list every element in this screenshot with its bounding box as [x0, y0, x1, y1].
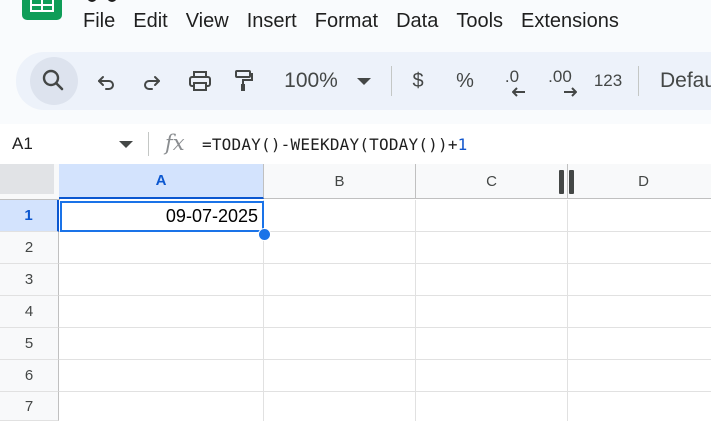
search-menus-button[interactable] — [30, 57, 78, 105]
paint-format-icon — [235, 70, 253, 91]
toolbar-divider — [391, 66, 392, 96]
decrease-decimal-label: .0 — [504, 67, 520, 86]
formula-text: =TODAY()-WEEKDAY(TODAY())+ — [202, 135, 458, 154]
fill-handle[interactable] — [258, 228, 271, 241]
menu-format[interactable]: Format — [306, 8, 387, 34]
menu-data[interactable]: Data — [387, 8, 447, 34]
format-percent-button[interactable]: % — [452, 65, 478, 97]
menu-insert[interactable]: Insert — [238, 8, 306, 34]
column-header-c[interactable]: C — [416, 164, 568, 199]
font-family-select[interactable]: Defau — [660, 65, 711, 97]
column-resize-handle[interactable] — [559, 170, 577, 194]
logo-grid — [30, 0, 54, 12]
row-header-4[interactable]: 4 — [0, 296, 59, 328]
row-header-3[interactable]: 3 — [0, 264, 59, 296]
menu-tools[interactable]: Tools — [447, 8, 512, 34]
undo-icon — [98, 76, 114, 90]
chevron-down-icon — [357, 77, 371, 85]
formula-input[interactable]: =TODAY()-WEEKDAY(TODAY())+1 — [202, 135, 468, 154]
row-header-5[interactable]: 5 — [0, 328, 59, 360]
gridline — [567, 200, 568, 421]
gridline — [415, 200, 416, 421]
increase-decimal-button[interactable]: .00 — [543, 65, 577, 97]
zoom-dropdown-button[interactable] — [354, 65, 374, 97]
menu-file[interactable]: File — [83, 8, 124, 34]
column-header-a[interactable]: A — [59, 164, 264, 199]
name-box[interactable]: A1 — [12, 134, 33, 154]
gridline — [59, 295, 711, 296]
gridline — [59, 391, 711, 392]
row-header-1[interactable]: 1 — [0, 200, 59, 232]
menu-bar: File Edit View Insert Format Data Tools … — [83, 8, 628, 34]
paint-format-button[interactable] — [228, 65, 260, 97]
menu-edit[interactable]: Edit — [124, 8, 176, 34]
formula-bar-divider — [148, 132, 149, 156]
corner-shade — [0, 164, 54, 194]
arrow-right-icon — [564, 87, 577, 97]
row-header-2[interactable]: 2 — [0, 232, 59, 264]
redo-button[interactable] — [136, 65, 168, 97]
menu-extensions[interactable]: Extensions — [512, 8, 628, 34]
undo-button[interactable] — [90, 65, 122, 97]
row-header-6[interactable]: 6 — [0, 360, 59, 392]
gridline — [59, 327, 711, 328]
toolbar: 100% $ % .0 .00 123 Defau — [16, 52, 711, 110]
increase-decimal-label: .00 — [548, 67, 572, 86]
formula-number: 1 — [457, 135, 468, 154]
select-all-corner[interactable] — [0, 164, 60, 200]
toolbar-divider — [638, 66, 639, 96]
sheets-logo-icon[interactable] — [22, 0, 62, 20]
redo-icon — [144, 76, 160, 90]
formula-bar: A1 fx =TODAY()-WEEKDAY(TODAY())+1 — [0, 124, 711, 164]
arrow-left-icon — [512, 87, 525, 97]
column-header-b[interactable]: B — [264, 164, 416, 199]
function-icon: fx — [165, 131, 185, 155]
chevron-down-icon[interactable] — [119, 141, 133, 148]
row-header-7[interactable]: 7 — [0, 392, 59, 421]
format-currency-button[interactable]: $ — [406, 65, 430, 97]
gridline — [59, 263, 711, 264]
decrease-decimal-button[interactable]: .0 — [496, 65, 528, 97]
search-icon — [42, 69, 64, 91]
zoom-select[interactable]: 100% — [278, 65, 344, 97]
column-header-d[interactable]: D — [568, 164, 711, 199]
gridline — [59, 359, 711, 360]
spreadsheet-grid: A B C D 1 2 3 4 5 6 7 09-07-2025 — [0, 164, 711, 421]
cell-a1[interactable]: 09-07-2025 — [60, 201, 264, 232]
print-button[interactable] — [184, 65, 216, 97]
more-formats-button[interactable]: 123 — [590, 65, 626, 97]
print-icon — [189, 71, 211, 91]
menu-view[interactable]: View — [177, 8, 238, 34]
